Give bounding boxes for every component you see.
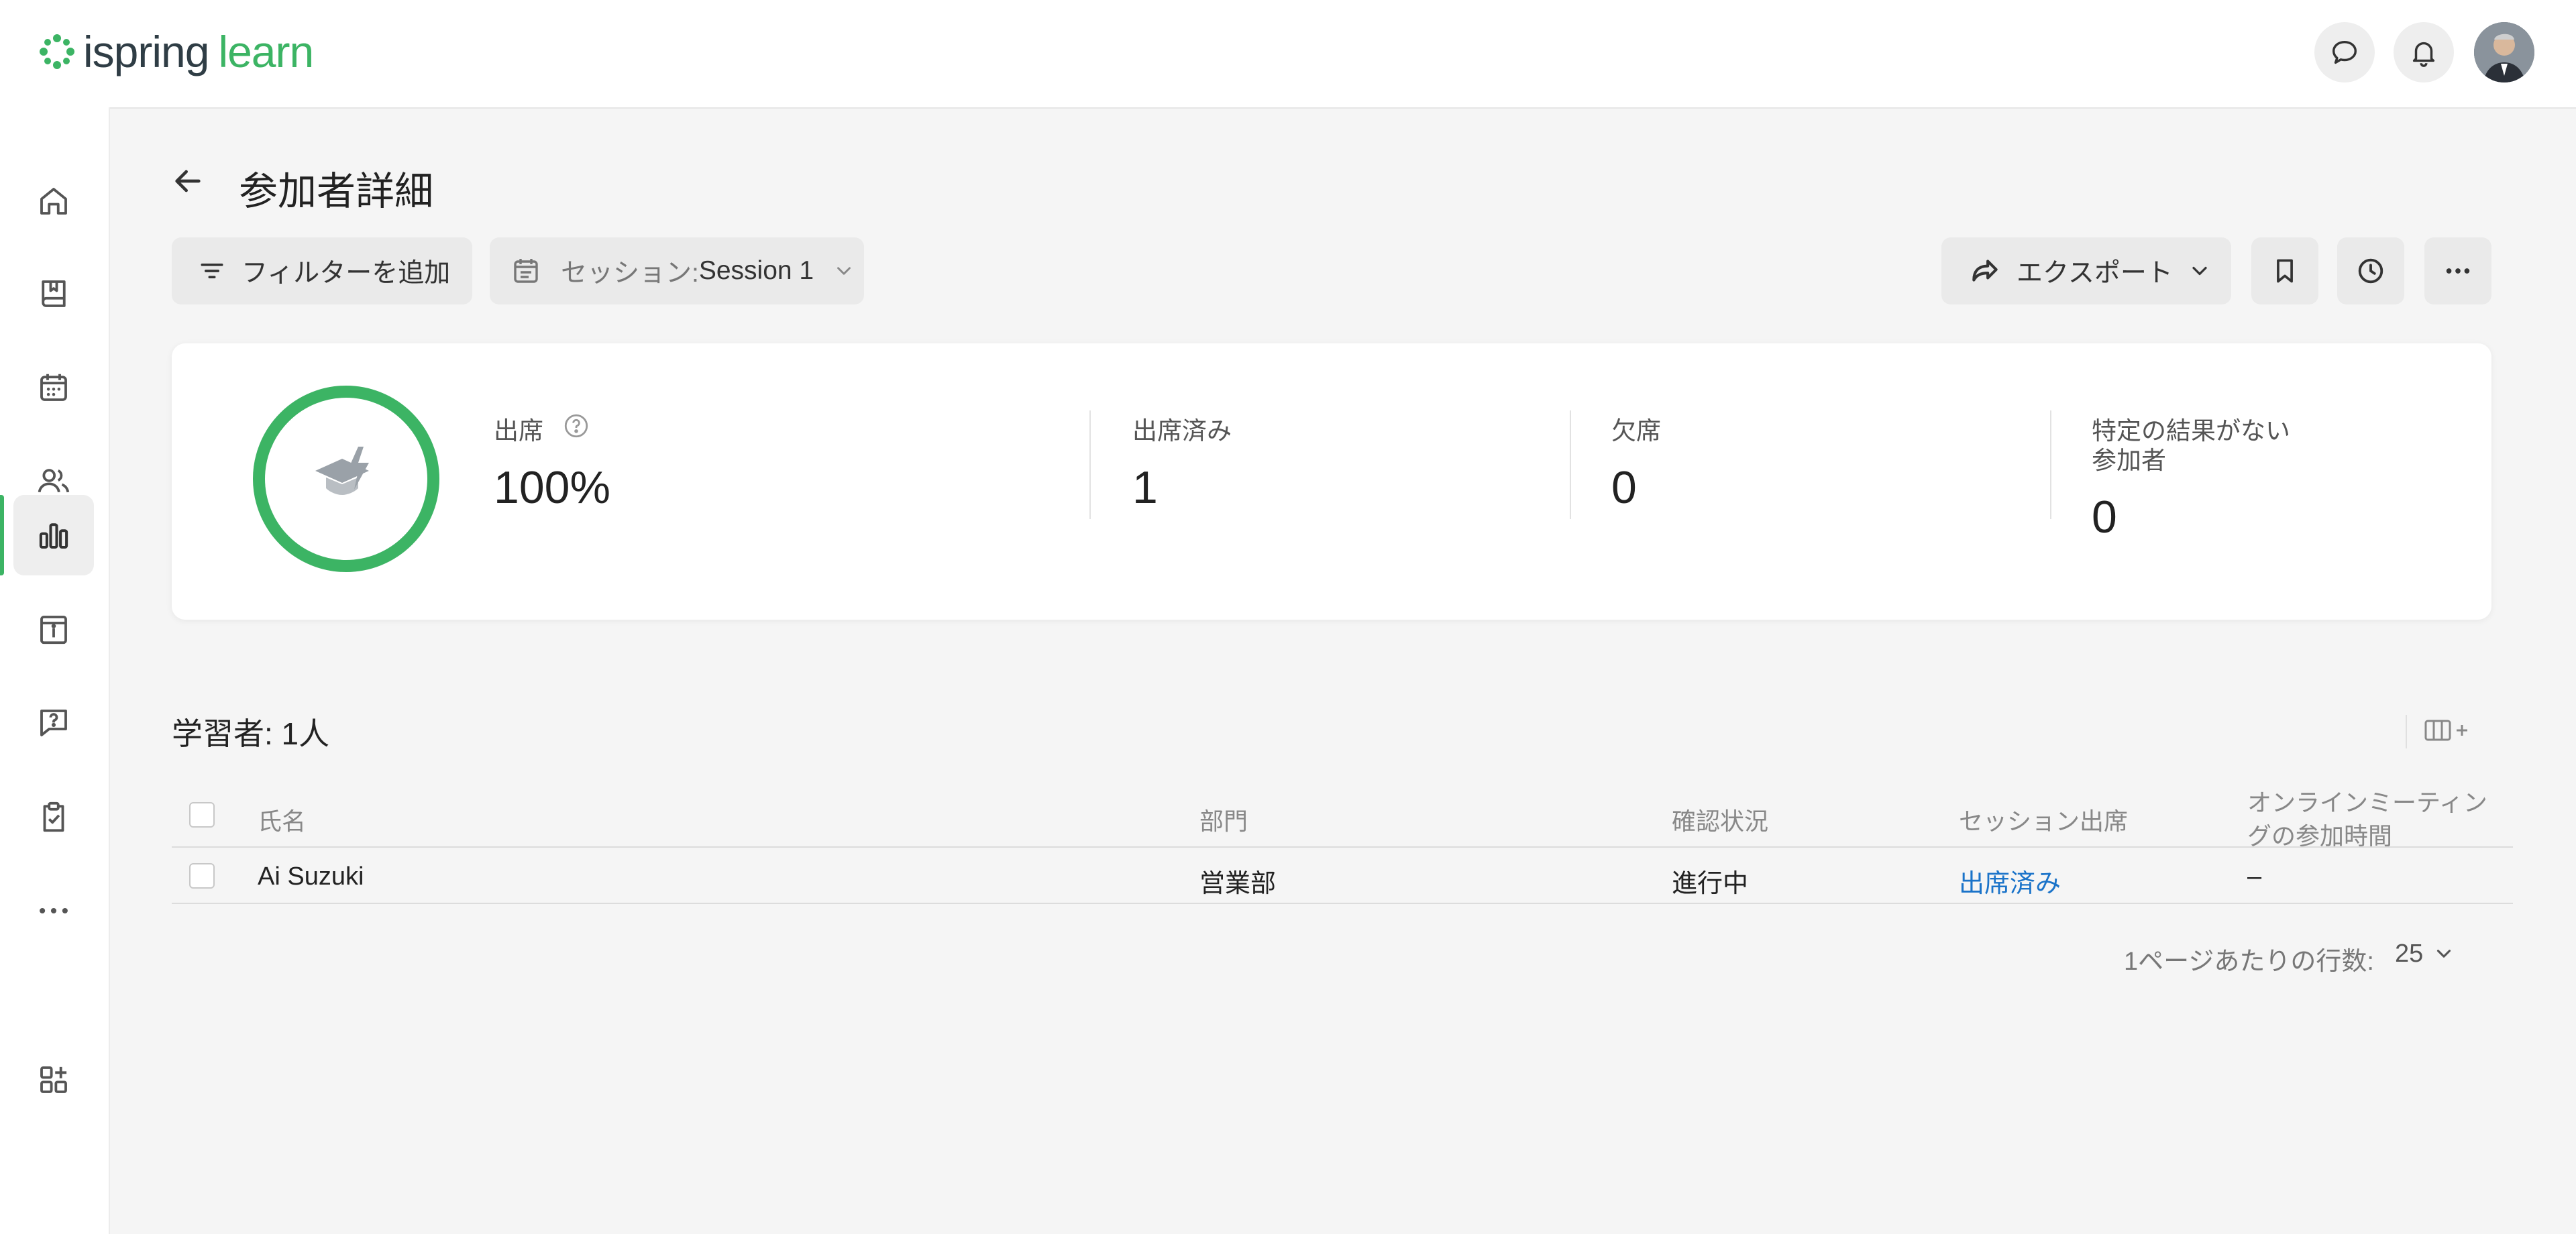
more-actions-button[interactable] (2424, 237, 2491, 304)
notifications-button[interactable] (2394, 22, 2454, 82)
divider (2050, 410, 2051, 519)
chat-button[interactable] (2314, 22, 2375, 82)
question-chat-icon (40, 710, 67, 736)
table-row[interactable] (172, 848, 2513, 901)
attendance-value: 100% (494, 462, 610, 513)
more-dots-icon (40, 907, 68, 914)
user-avatar[interactable] (2474, 22, 2534, 82)
bookmark-button[interactable] (2251, 237, 2318, 304)
info-board-icon (40, 616, 67, 644)
divider (1570, 410, 1571, 519)
sidebar (0, 107, 110, 1234)
cell-department: 営業部 (1199, 870, 1277, 898)
add-filter-button[interactable]: フィルターを追加 (172, 237, 472, 304)
chat-bubble-icon (2332, 40, 2357, 64)
column-header-session-attendance[interactable]: セッション出席 (1959, 802, 2128, 837)
chevron-down-icon (837, 267, 851, 275)
help-circle-icon[interactable] (562, 412, 590, 440)
add-filter-label: フィルターを追加 (241, 259, 451, 288)
sidebar-item-apps[interactable] (13, 1040, 94, 1120)
clock-icon (2358, 258, 2383, 284)
rows-per-page-select[interactable]: 25 (2395, 934, 2455, 974)
sidebar-item-home[interactable] (13, 161, 94, 241)
history-button[interactable] (2337, 237, 2404, 304)
attendance-label: 出席 (494, 417, 543, 445)
select-all-checkbox[interactable] (189, 802, 215, 828)
bar-chart-icon (39, 523, 68, 549)
sidebar-item-courses[interactable] (13, 254, 94, 334)
export-label: エクスポート (2017, 259, 2173, 288)
top-bar (0, 0, 2576, 109)
graduation-cap-icon (315, 447, 369, 495)
arrow-left-icon (175, 170, 201, 192)
sidebar-item-calendar[interactable] (13, 347, 94, 428)
sidebar-item-info[interactable] (13, 589, 94, 669)
calendar-icon (40, 374, 67, 401)
book-icon (42, 280, 66, 307)
columns-add-icon (2424, 720, 2467, 741)
add-widgets-icon (40, 1066, 67, 1093)
chevron-down-icon (2437, 950, 2451, 958)
learners-count: 学習者: 1人 (172, 716, 330, 751)
column-header-department[interactable]: 部門 (1199, 802, 1248, 837)
logo[interactable]: ispring learn (39, 27, 314, 76)
row-checkbox[interactable] (189, 863, 215, 889)
column-header-online-time[interactable]: オンラインミーティン (2247, 783, 2487, 818)
cell-name[interactable]: Ai Suzuki (258, 862, 364, 891)
bookmark-icon (2277, 259, 2293, 283)
rows-per-page-label: 1ページあたりの行数: (2124, 948, 2374, 976)
users-icon (38, 469, 70, 493)
home-icon (40, 188, 67, 215)
active-indicator (0, 495, 4, 575)
column-header-name[interactable]: 氏名 (258, 802, 306, 837)
export-button[interactable]: エクスポート (1941, 237, 2231, 304)
no-result-label-2: 参加者 (2092, 447, 2166, 474)
bell-icon (2412, 42, 2435, 67)
sidebar-item-more[interactable] (13, 871, 94, 951)
add-column-button[interactable] (2423, 714, 2474, 750)
logo-text: ispring learn (83, 27, 314, 76)
cell-status: 進行中 (1672, 870, 1749, 898)
clipboard-check-icon (43, 801, 64, 832)
filter-icon (201, 264, 223, 278)
cell-session-attendance-link[interactable]: 出席済み (1959, 862, 2061, 899)
chevron-down-icon (2192, 266, 2207, 276)
back-button[interactable] (169, 162, 207, 203)
column-header-status[interactable]: 確認状況 (1672, 802, 1768, 837)
sidebar-item-reports[interactable] (13, 495, 94, 575)
attended-value: 1 (1132, 462, 1158, 513)
calendar-icon (514, 259, 538, 283)
absent-value: 0 (1611, 462, 1637, 513)
page-title: 参加者詳細 (239, 170, 434, 213)
rows-per-page-value: 25 (2395, 939, 2424, 968)
sidebar-item-help[interactable] (13, 683, 94, 763)
session-select[interactable]: セッション: Session 1 (490, 237, 864, 304)
attended-label: 出席済み (1132, 417, 1232, 445)
session-prefix: セッション: (561, 259, 699, 288)
divider (2406, 715, 2407, 748)
avatar-image (2474, 22, 2534, 82)
absent-label: 欠席 (1611, 417, 1661, 445)
cell-online-time: – (2247, 862, 2262, 891)
more-dots-icon (2446, 268, 2470, 274)
share-arrow-icon (1972, 260, 1998, 282)
sidebar-item-tasks[interactable] (13, 777, 94, 857)
session-value: Session 1 (698, 256, 814, 285)
table-row-divider (172, 903, 2513, 904)
no-result-value: 0 (2092, 492, 2117, 543)
divider (1089, 410, 1091, 519)
ispring-logo-icon (40, 34, 74, 69)
